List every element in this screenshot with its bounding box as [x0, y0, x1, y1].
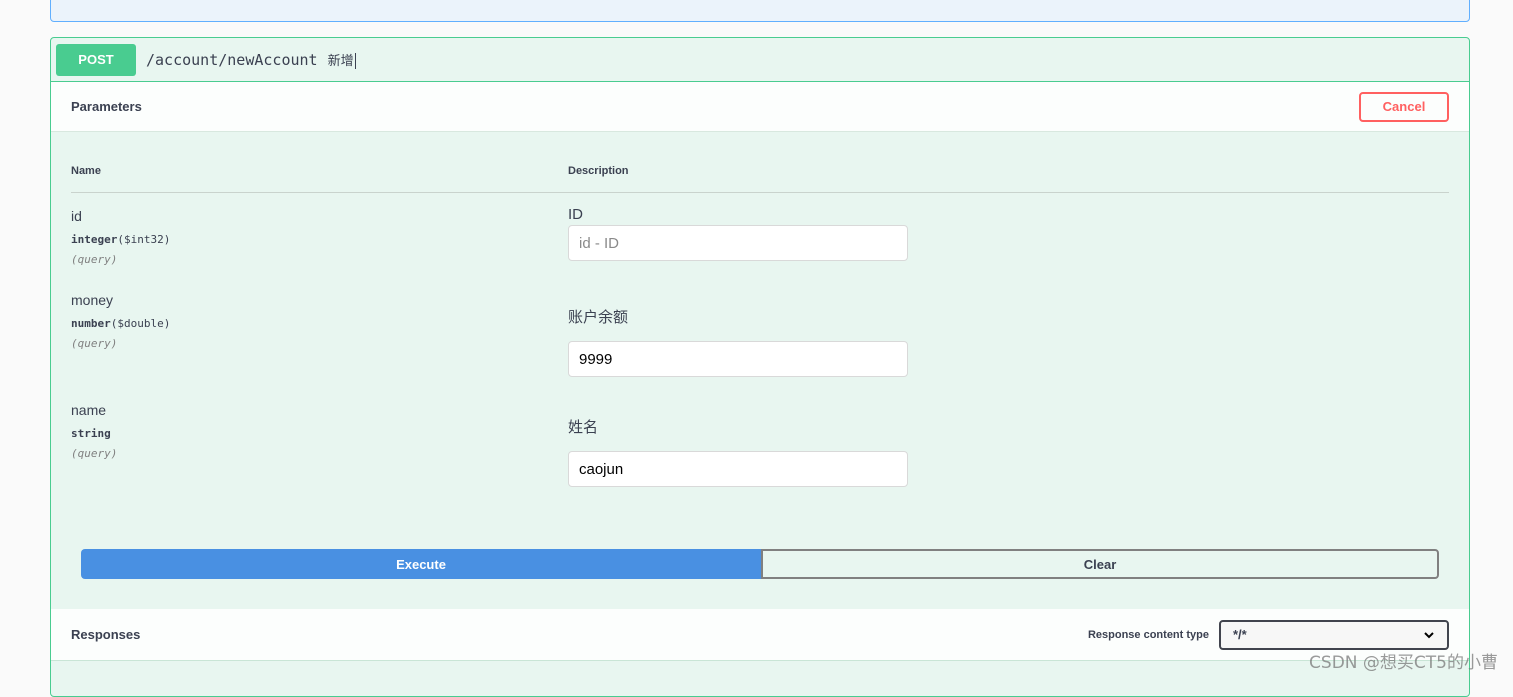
- previous-operation-block: [50, 0, 1470, 22]
- param-type: integer($int32): [71, 233, 170, 246]
- operation-summary-text: 新增: [328, 50, 356, 70]
- name-input[interactable]: [568, 451, 908, 487]
- response-content-type-label: Response content type: [1088, 629, 1209, 641]
- method-badge: POST: [56, 44, 136, 76]
- money-input[interactable]: [568, 341, 908, 377]
- responses-title: Responses: [71, 627, 140, 642]
- chevron-down-icon: [1423, 629, 1435, 641]
- id-input[interactable]: [568, 225, 908, 261]
- param-location: (query): [71, 337, 117, 350]
- execute-wrapper: Execute Clear: [81, 549, 1439, 579]
- param-description: 姓名: [568, 416, 598, 437]
- execute-button[interactable]: Execute: [81, 549, 761, 579]
- param-name: money: [71, 292, 113, 308]
- parameters-table-header: Name Description: [71, 160, 1449, 193]
- column-description-header: Description: [568, 165, 629, 177]
- param-type: string: [71, 427, 111, 440]
- param-name: name: [71, 402, 106, 418]
- cancel-button[interactable]: Cancel: [1359, 92, 1449, 122]
- selected-content-type: */*: [1233, 627, 1247, 642]
- param-location: (query): [71, 447, 117, 460]
- parameters-table: Name Description id integer($int32) (que…: [51, 132, 1469, 608]
- operation-block-post: POST /account/newAccount 新增 Parameters C…: [50, 37, 1470, 697]
- response-content-type-select[interactable]: */*: [1219, 620, 1449, 650]
- parameters-title: Parameters: [71, 99, 142, 114]
- param-type: number($double): [71, 317, 170, 330]
- response-content-type: Response content type */*: [1088, 620, 1449, 650]
- text-caret: [355, 53, 356, 69]
- param-name: id: [71, 208, 82, 224]
- operation-summary[interactable]: POST /account/newAccount 新增: [51, 38, 1469, 82]
- parameters-header: Parameters Cancel: [51, 82, 1469, 132]
- column-name-header: Name: [71, 165, 101, 177]
- clear-button[interactable]: Clear: [761, 549, 1439, 579]
- operation-path: /account/newAccount: [146, 51, 318, 69]
- param-location: (query): [71, 253, 117, 266]
- param-description: ID: [568, 206, 583, 223]
- param-description: 账户余额: [568, 306, 628, 327]
- responses-header: Responses Response content type */*: [51, 609, 1469, 661]
- watermark: CSDN @想买CT5的小曹: [1309, 648, 1498, 673]
